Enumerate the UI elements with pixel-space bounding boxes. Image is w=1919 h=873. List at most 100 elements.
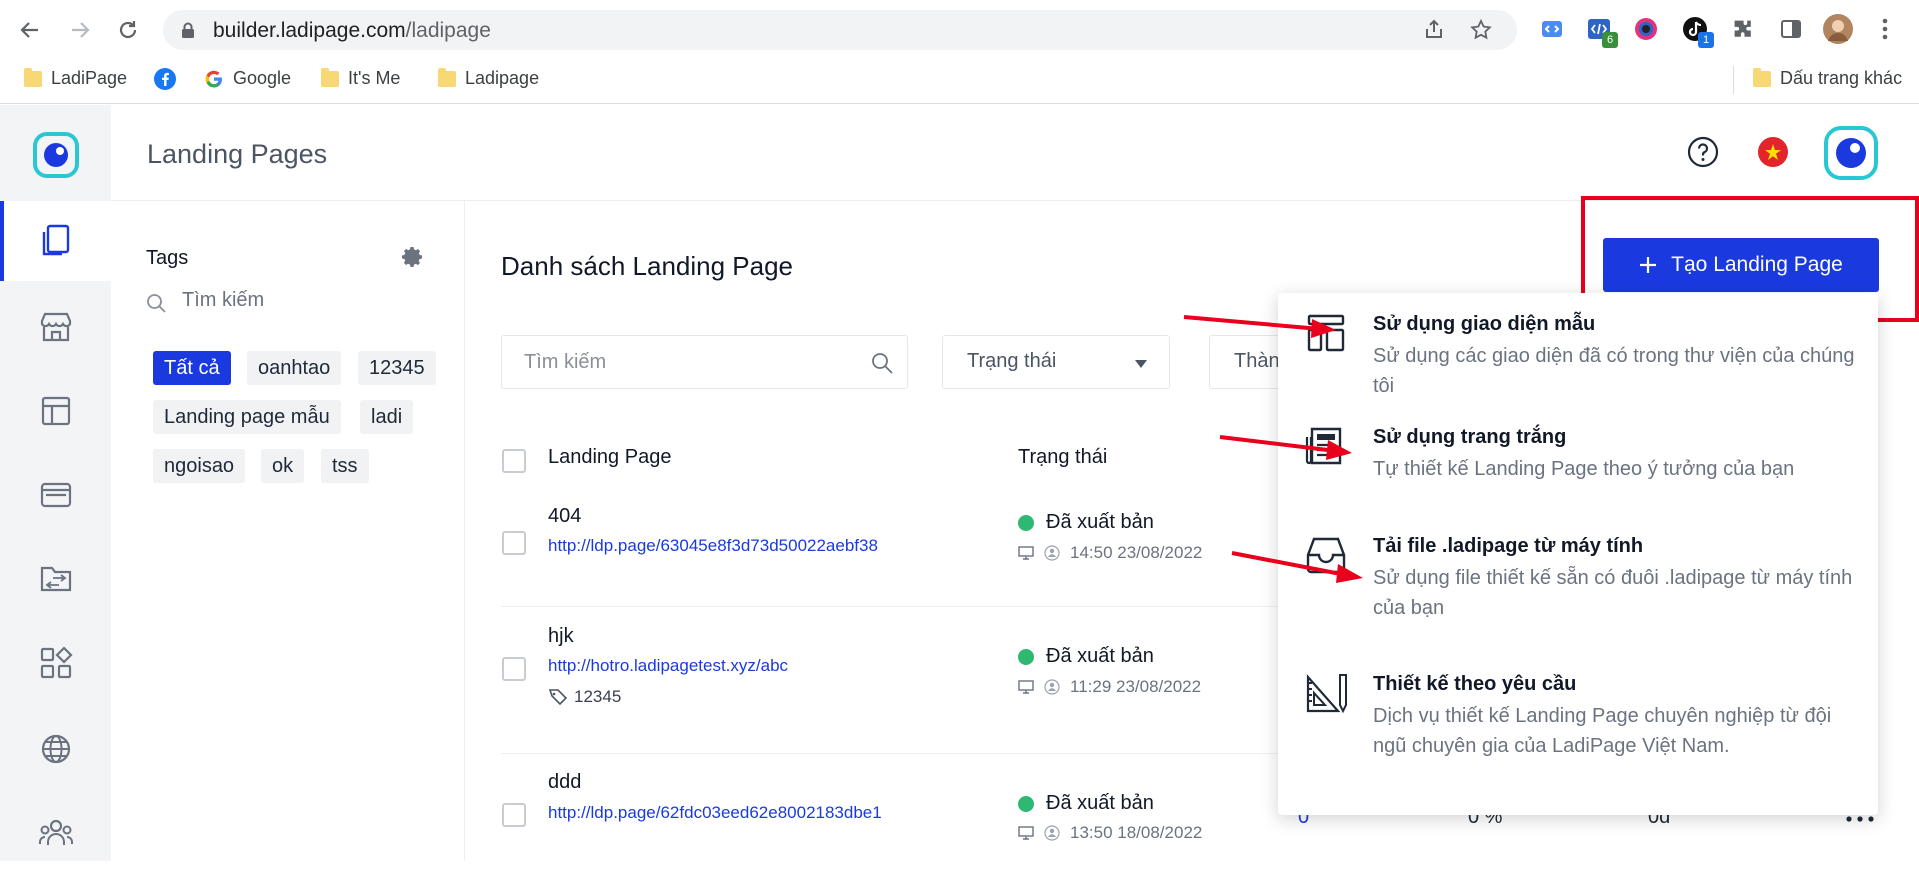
ruler-pencil-icon: [1306, 674, 1347, 714]
gear-icon[interactable]: [401, 245, 425, 269]
help-icon[interactable]: [1687, 136, 1719, 168]
reload-button[interactable]: [112, 14, 144, 46]
select-all-checkbox[interactable]: [502, 449, 526, 473]
extension-4-icon[interactable]: 1: [1680, 14, 1714, 48]
puzzle-icon[interactable]: [1728, 14, 1758, 44]
rail-landing-pages[interactable]: [0, 201, 111, 281]
tag-chip[interactable]: ladi: [360, 400, 414, 434]
tags-search-input[interactable]: Tìm kiếm: [146, 287, 436, 317]
share-icon[interactable]: [1422, 18, 1446, 42]
tag-chip[interactable]: ok: [261, 449, 305, 483]
annotation-arrow-2: [1219, 435, 1352, 460]
publish-icon: [1018, 680, 1034, 694]
menu-item-title: Thiết kế theo yêu cầu: [1373, 673, 1577, 695]
bookmark-google[interactable]: Google: [204, 68, 291, 89]
menu-dots-icon[interactable]: [1870, 14, 1900, 44]
landing-page-url[interactable]: http://hotro.ladipagetest.xyz/abc: [548, 656, 788, 676]
rail-transfer[interactable]: [0, 539, 111, 619]
app-header: Landing Pages: [111, 105, 1919, 201]
search-icon: [872, 353, 893, 374]
layout-icon: [41, 396, 70, 426]
tags-panel: Tags Tìm kiếm Tất cả oanhtao 12345 Landi…: [111, 201, 465, 861]
folder-icon: [321, 67, 339, 87]
tag-chip[interactable]: Landing page mẫu: [153, 400, 341, 434]
tag-chip-all[interactable]: Tất cả: [153, 351, 231, 385]
globe-icon: [41, 734, 70, 764]
create-landing-page-button[interactable]: Tạo Landing Page: [1603, 238, 1879, 292]
search-input[interactable]: Tìm kiếm: [501, 335, 908, 389]
landing-page-url[interactable]: http://ldp.page/62fdc03eed62e8002183dbe1: [548, 803, 882, 823]
user-avatar[interactable]: [1822, 124, 1880, 182]
annotation-arrow-1: [1183, 315, 1336, 338]
landing-page-name[interactable]: ddd: [548, 771, 581, 794]
menu-item-upload[interactable]: Tải file .ladipage từ máy tính Sử dụng f…: [1278, 515, 1878, 635]
address-bar[interactable]: builder.ladipage.com/ladipage: [163, 10, 1517, 50]
caret-down-icon: [1135, 360, 1147, 368]
menu-item-desc: Sử dụng file thiết kế sẵn có đuôi .ladip…: [1373, 567, 1853, 619]
bookmark-facebook[interactable]: [154, 68, 176, 90]
bookmarks-divider: [1733, 66, 1734, 94]
landing-page-url[interactable]: http://ldp.page/63045e8f3d73d50022aebf38: [548, 536, 878, 556]
vietnam-flag-icon[interactable]: [1757, 136, 1789, 168]
status-dot: [1018, 514, 1034, 531]
menu-item-custom-design[interactable]: Thiết kế theo yêu cầu Dịch vụ thiết kế L…: [1278, 653, 1878, 773]
menu-item-blank[interactable]: Sử dụng trang trắng Tự thiết kế Landing …: [1278, 406, 1878, 526]
url-text: builder.ladipage.com/ladipage: [213, 19, 491, 42]
users-icon: [38, 819, 73, 845]
tag-icon: [548, 689, 568, 706]
status-dot: [1018, 648, 1034, 665]
left-rail: [0, 105, 111, 861]
back-button[interactable]: [14, 14, 46, 46]
rail-team[interactable]: [0, 793, 111, 873]
row-divider: [501, 753, 1401, 754]
menu-item-template[interactable]: Sử dụng giao diện mẫu Sử dụng các giao d…: [1278, 293, 1878, 413]
publish-meta: 13:50 18/08/2022: [1018, 823, 1202, 843]
landing-page-tag: 12345: [548, 687, 621, 707]
rail-popups[interactable]: [0, 455, 111, 535]
side-panel-icon[interactable]: [1776, 14, 1806, 44]
rail-apps[interactable]: [0, 623, 111, 703]
annotation-arrow-3: [1231, 551, 1363, 583]
landing-page-name[interactable]: 404: [548, 505, 581, 528]
row-checkbox[interactable]: [502, 657, 526, 681]
tags-search-placeholder: Tìm kiếm: [182, 289, 265, 311]
publish-meta: 11:29 23/08/2022: [1018, 677, 1201, 697]
more-actions-icon[interactable]: [1846, 816, 1874, 822]
extension-1-icon[interactable]: [1537, 14, 1567, 44]
extension-badge: 6: [1602, 32, 1618, 48]
bookmark-ladipage-folder[interactable]: Ladipage: [438, 67, 539, 89]
bookmark-other[interactable]: Dấu trang khác: [1753, 67, 1902, 89]
star-icon[interactable]: [1469, 18, 1493, 42]
google-icon: [205, 70, 222, 87]
status-filter-value: Trạng thái: [967, 350, 1057, 372]
create-options-menu: Sử dụng giao diện mẫu Sử dụng các giao d…: [1278, 293, 1878, 815]
folder-icon: [438, 67, 456, 87]
landing-page-name[interactable]: hjk: [548, 625, 574, 648]
profile-avatar[interactable]: [1823, 14, 1853, 44]
extension-3-icon[interactable]: [1631, 14, 1661, 44]
extension-2-icon[interactable]: 6: [1584, 14, 1618, 48]
bookmark-its-me[interactable]: It's Me: [321, 67, 400, 89]
tag-chip[interactable]: ngoisao: [153, 449, 246, 483]
status-badge: Đã xuất bản: [1018, 792, 1154, 815]
pages-icon: [42, 224, 69, 256]
rail-domains[interactable]: [0, 709, 111, 789]
rail-store[interactable]: [0, 287, 111, 367]
extension-badge: 1: [1698, 32, 1714, 48]
forward-button[interactable]: [64, 14, 96, 46]
tag-chip[interactable]: tss: [321, 449, 369, 483]
column-header-status: Trạng thái: [1018, 446, 1108, 468]
ladipage-logo-icon[interactable]: [33, 132, 79, 178]
type-filter-value: Thàn: [1234, 350, 1280, 372]
bookmark-ladipage[interactable]: LadiPage: [24, 67, 127, 89]
tag-chip[interactable]: oanhtao: [247, 351, 342, 385]
tag-chip[interactable]: 12345: [358, 351, 436, 385]
search-icon: [147, 294, 166, 313]
user-icon: [1044, 679, 1060, 695]
rail-templates[interactable]: [0, 371, 111, 451]
status-filter-select[interactable]: Trạng thái: [942, 335, 1170, 389]
row-checkbox[interactable]: [502, 803, 526, 827]
row-checkbox[interactable]: [502, 531, 526, 555]
folder-icon: [24, 67, 42, 87]
status-badge: Đã xuất bản: [1018, 511, 1154, 534]
